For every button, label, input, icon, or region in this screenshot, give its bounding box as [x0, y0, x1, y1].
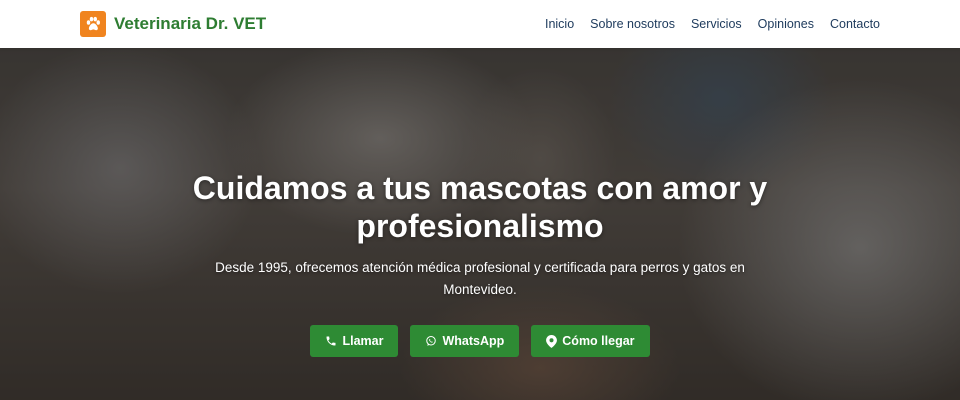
nav-item-contacto[interactable]: Contacto: [830, 17, 880, 31]
hero-title: Cuidamos a tus mascotas con amor y profe…: [192, 170, 768, 244]
brand-link[interactable]: Veterinaria Dr. VET: [80, 11, 266, 37]
hero-subtitle: Desde 1995, ofrecemos atención médica pr…: [215, 260, 745, 297]
nav-item-inicio[interactable]: Inicio: [545, 17, 574, 31]
brand-name: Veterinaria Dr. VET: [114, 14, 267, 33]
nav-menu: Inicio Sobre nosotros Servicios Opinione…: [545, 15, 880, 33]
nav-item-servicios[interactable]: Servicios: [691, 17, 742, 31]
directions-button[interactable]: Cómo llegar: [531, 325, 650, 357]
call-button-label: Llamar: [342, 334, 384, 348]
whatsapp-button[interactable]: WhatsApp: [410, 325, 520, 357]
hero-buttons: Llamar WhatsApp Cómo llegar: [310, 325, 650, 357]
hero-content: Cuidamos a tus mascotas con amor y profe…: [0, 48, 960, 400]
phone-icon: [325, 335, 337, 347]
whatsapp-icon: [425, 335, 437, 347]
hero-section: Cuidamos a tus mascotas con amor y profe…: [0, 48, 960, 400]
nav-item-opiniones[interactable]: Opiniones: [758, 17, 814, 31]
directions-button-label: Cómo llegar: [562, 334, 635, 348]
paw-icon: [80, 11, 106, 37]
nav-item-sobre-nosotros[interactable]: Sobre nosotros: [590, 17, 675, 31]
navbar: Veterinaria Dr. VET Inicio Sobre nosotro…: [0, 0, 960, 48]
map-pin-icon: [546, 334, 558, 348]
call-button[interactable]: Llamar: [310, 325, 399, 357]
whatsapp-button-label: WhatsApp: [442, 334, 505, 348]
